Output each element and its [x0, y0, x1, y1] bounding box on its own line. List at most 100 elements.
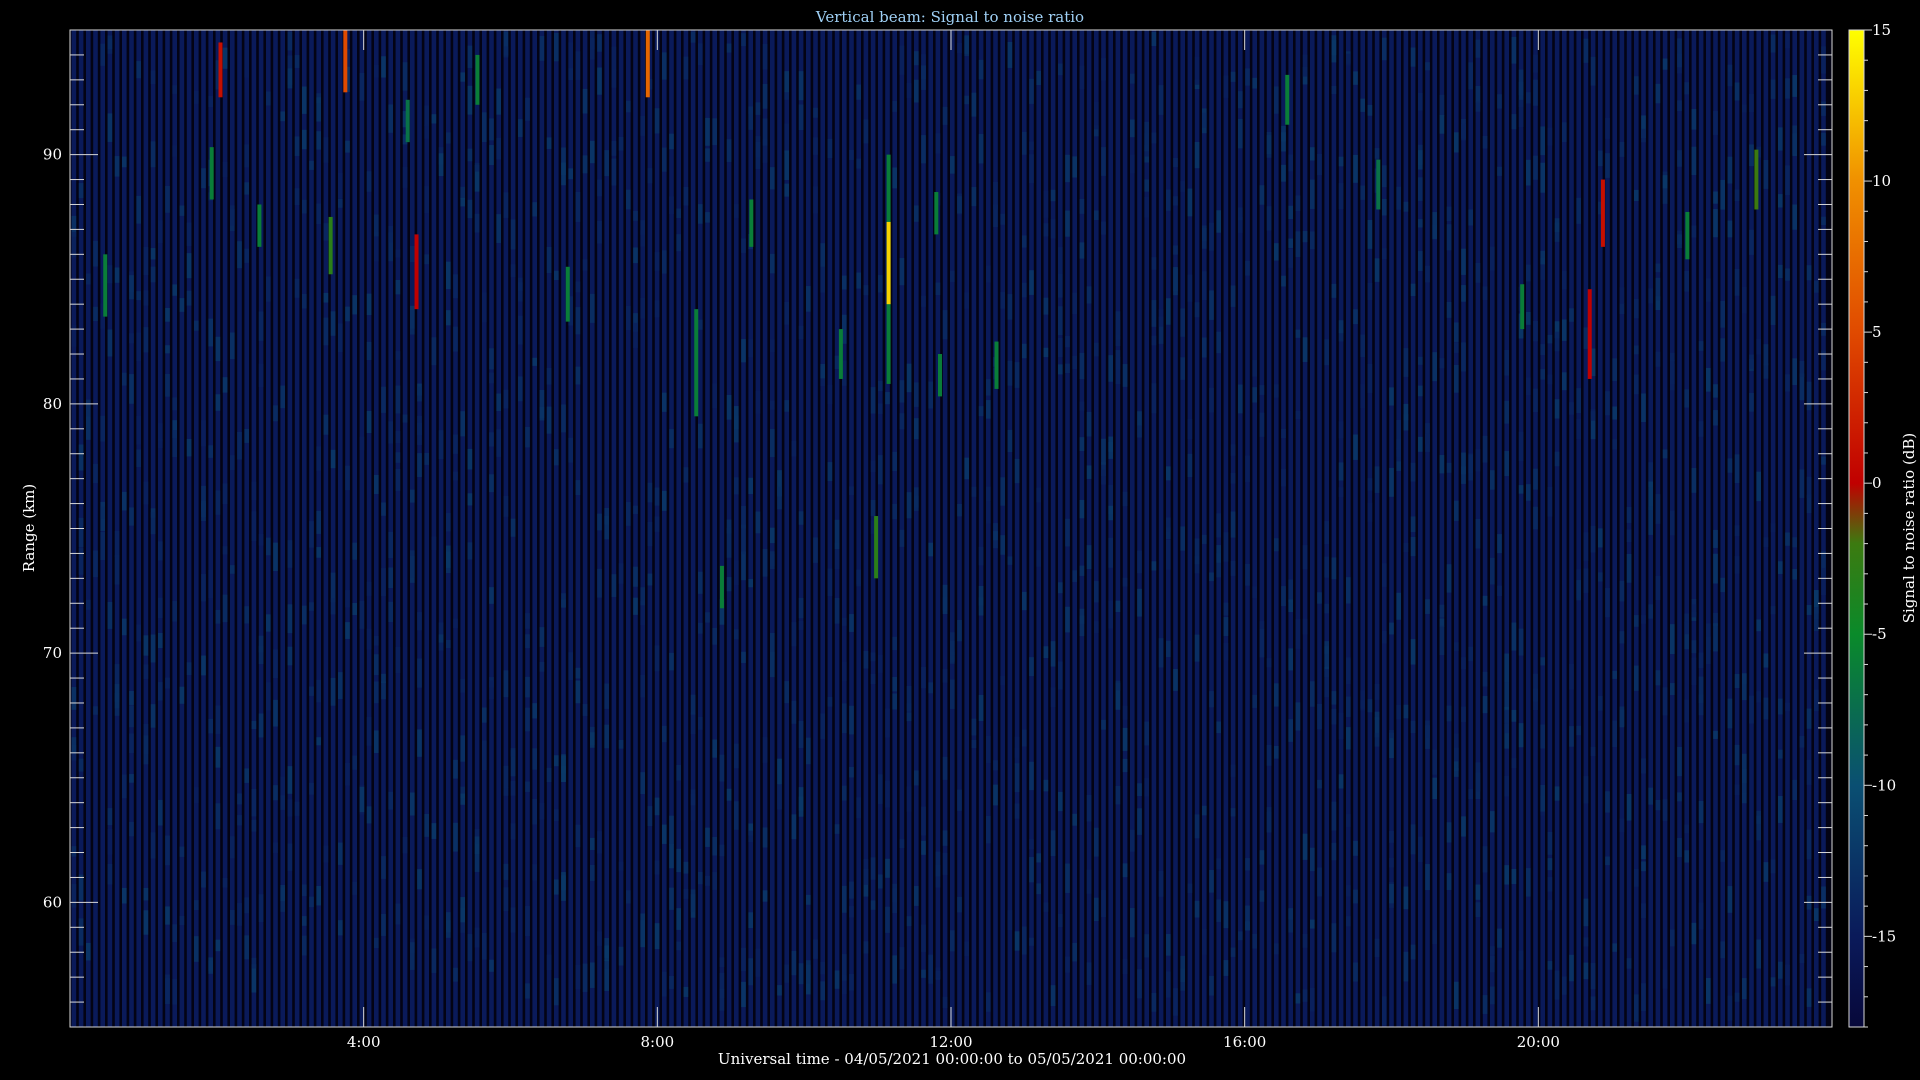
- heatmap-speckle: [618, 563, 624, 584]
- heatmap-speckle: [446, 310, 451, 326]
- heatmap-speckle: [734, 415, 739, 443]
- heatmap-speckle: [798, 71, 804, 101]
- heatmap-speckle: [654, 516, 660, 532]
- heatmap-speckle: [489, 145, 494, 166]
- heatmap-column: [820, 30, 825, 1027]
- heatmap-column: [86, 30, 91, 1027]
- heatmap-column: [136, 30, 141, 1027]
- heatmap-speckle: [496, 393, 501, 412]
- heatmap-speckle: [143, 327, 149, 353]
- heatmap-column: [352, 30, 357, 1027]
- heatmap-speckle: [1634, 345, 1639, 355]
- heatmap-speckle: [633, 505, 638, 514]
- heatmap-speckle: [330, 449, 336, 469]
- heatmap-speckle: [446, 545, 451, 568]
- heatmap-speckle: [1346, 53, 1351, 66]
- heatmap-speckle: [309, 782, 314, 795]
- heatmap-speckle: [107, 808, 113, 826]
- heatmap-speckle: [1331, 801, 1337, 831]
- heatmap-speckle: [1655, 351, 1661, 367]
- heatmap-speckle: [1223, 602, 1229, 616]
- heatmap-speckle: [1778, 264, 1783, 279]
- heatmap-speckle: [1007, 41, 1013, 68]
- heatmap-speckle: [726, 43, 732, 53]
- heatmap-speckle: [1461, 816, 1466, 837]
- heatmap-speckle: [827, 697, 833, 707]
- heatmap-speckle: [1259, 385, 1265, 395]
- heatmap-speckle: [165, 307, 170, 322]
- heatmap-speckle: [726, 788, 732, 801]
- heatmap-speckle: [1079, 608, 1085, 637]
- heatmap-speckle: [1511, 709, 1517, 722]
- heatmap-speckle: [222, 483, 228, 504]
- heatmap-speckle: [1713, 384, 1718, 398]
- heatmap-speckle: [1475, 762, 1481, 792]
- heatmap-speckle: [1202, 534, 1207, 544]
- colorbar-tick-label: -10: [1872, 776, 1896, 794]
- heatmap-speckle: [1043, 297, 1049, 315]
- heatmap-speckle: [1720, 338, 1725, 362]
- colorbar-tick-label: 15: [1872, 21, 1891, 39]
- heatmap-speckle: [1490, 470, 1495, 490]
- heatmap-speckle: [575, 51, 581, 80]
- heatmap-speckle: [280, 385, 285, 409]
- heatmap-speckle: [914, 886, 919, 906]
- heatmap-speckle: [539, 803, 545, 820]
- heatmap-speckle: [1461, 466, 1466, 484]
- heatmap-speckle: [1353, 840, 1358, 856]
- echo-event: [405, 99, 410, 143]
- heatmap-speckle: [1151, 561, 1157, 571]
- heatmap-speckle: [755, 948, 761, 977]
- heatmap-speckle: [1374, 683, 1380, 700]
- heatmap-speckle: [1122, 491, 1128, 507]
- heatmap-speckle: [1756, 471, 1761, 502]
- heatmap-speckle: [1454, 342, 1459, 353]
- heatmap-speckle: [777, 486, 782, 510]
- echo-event: [209, 147, 214, 200]
- heatmap-speckle: [78, 874, 84, 901]
- heatmap-speckle: [114, 555, 120, 585]
- heatmap-speckle: [1324, 339, 1329, 366]
- y-tick-label: 80: [43, 395, 62, 413]
- heatmap-speckle: [1029, 857, 1034, 883]
- heatmap-speckle: [1029, 154, 1034, 184]
- heatmap-speckle: [1252, 387, 1257, 403]
- heatmap-speckle: [1101, 147, 1106, 176]
- heatmap-speckle: [1713, 529, 1718, 548]
- heatmap-speckle: [1648, 506, 1653, 535]
- heatmap-speckle: [1792, 125, 1797, 155]
- heatmap-speckle: [1720, 577, 1725, 593]
- heatmap-speckle: [1360, 334, 1365, 357]
- heatmap-column: [244, 30, 249, 1027]
- heatmap-speckle: [294, 188, 300, 206]
- heatmap-speckle: [654, 645, 660, 672]
- heatmap-speckle: [1418, 356, 1423, 365]
- heatmap-speckle: [510, 219, 516, 250]
- heatmap-speckle: [258, 894, 264, 923]
- heatmap-speckle: [1821, 567, 1826, 596]
- heatmap-speckle: [1821, 216, 1826, 225]
- heatmap-speckle: [770, 527, 775, 544]
- heatmap-speckle: [93, 240, 98, 267]
- heatmap-speckle: [1670, 510, 1675, 536]
- echo-event: [994, 341, 999, 389]
- heatmap-speckle: [208, 957, 213, 974]
- heatmap-speckle: [554, 32, 559, 62]
- heatmap-speckle: [863, 119, 869, 144]
- heatmap-speckle: [1173, 669, 1178, 691]
- heatmap-speckle: [525, 676, 530, 698]
- heatmap-speckle: [1079, 352, 1085, 380]
- heatmap-speckle: [935, 133, 941, 154]
- snr-plot: Vertical beam: Signal to noise ratio 607…: [0, 0, 1920, 1080]
- heatmap-speckle: [78, 918, 84, 946]
- heatmap-speckle: [489, 680, 494, 700]
- heatmap-speckle: [1058, 273, 1063, 298]
- heatmap-speckle: [878, 403, 883, 414]
- heatmap-speckle: [1468, 646, 1473, 662]
- heatmap-speckle: [352, 602, 357, 616]
- heatmap-speckle: [1029, 761, 1034, 791]
- heatmap-speckle: [1742, 978, 1747, 1000]
- heatmap-speckle: [532, 357, 537, 366]
- heatmap-speckle: [1324, 641, 1329, 654]
- heatmap-speckle: [842, 703, 847, 734]
